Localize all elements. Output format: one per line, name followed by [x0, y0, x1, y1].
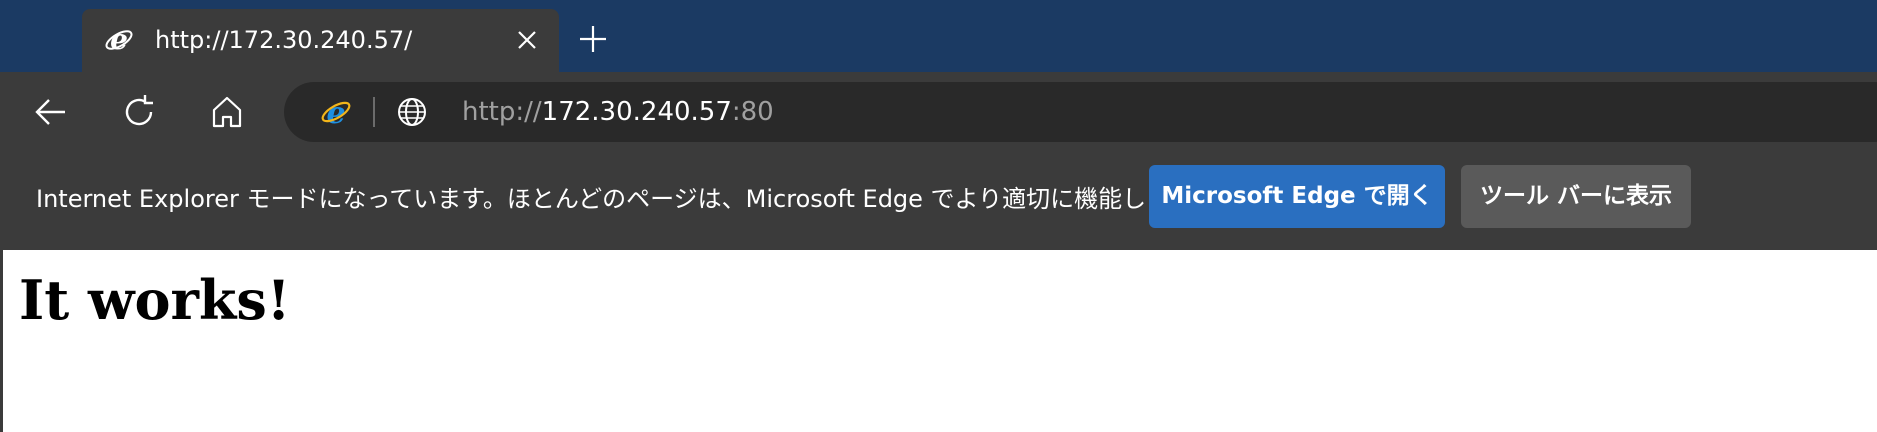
refresh-button[interactable] [116, 89, 162, 135]
url-scheme: http:// [462, 97, 542, 127]
globe-icon[interactable] [396, 96, 428, 128]
close-icon[interactable] [514, 27, 540, 53]
ie-mode-infobar: Internet Explorer モードになっています。ほとんどのページは、M… [0, 151, 1877, 250]
ie-icon: e [105, 25, 133, 55]
back-button[interactable] [28, 89, 74, 135]
back-arrow-icon [35, 99, 65, 125]
open-in-edge-button[interactable]: Microsoft Edge で開く [1149, 165, 1445, 228]
svg-text:e: e [326, 96, 345, 128]
tab-title: http://172.30.240.57/ [155, 26, 413, 54]
browser-tab[interactable]: e http://172.30.240.57/ [82, 9, 559, 72]
refresh-icon [125, 95, 153, 126]
svg-text:e: e [110, 25, 128, 55]
show-in-toolbar-button[interactable]: ツール バーに表示 [1461, 165, 1691, 228]
url-host: 172.30.240.57 [541, 97, 732, 127]
page-heading: It works! [19, 268, 291, 332]
page-content: It works! [0, 250, 1877, 432]
home-button[interactable] [204, 89, 250, 135]
address-url[interactable]: http://172.30.240.57:80 [462, 82, 774, 142]
home-icon [212, 96, 242, 128]
url-port: :80 [731, 97, 774, 127]
ie-icon: e [321, 96, 351, 128]
plus-icon[interactable] [576, 22, 610, 56]
infobar-message: Internet Explorer モードになっています。ほとんどのページは、M… [36, 185, 1216, 213]
navigation-toolbar: e http://172.30.240.57:80 [0, 72, 1877, 151]
tab-strip: e http://172.30.240.57/ [0, 0, 1877, 72]
address-bar[interactable]: e http://172.30.240.57:80 [284, 82, 1877, 142]
address-separator [373, 97, 375, 127]
